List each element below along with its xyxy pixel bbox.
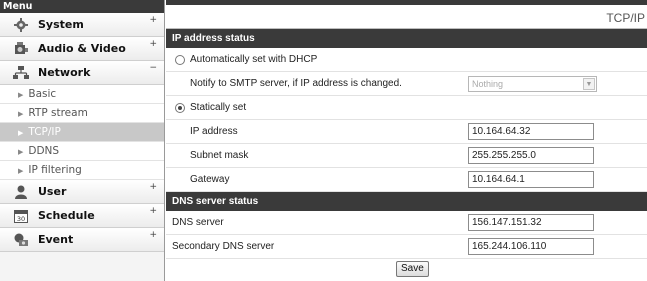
event-icon bbox=[11, 232, 31, 248]
section-header-dns: DNS server status bbox=[166, 192, 647, 211]
collapse-icon: − bbox=[149, 63, 157, 73]
dns-server-label: DNS server bbox=[172, 217, 224, 228]
ip-address-input[interactable]: 10.164.64.32 bbox=[468, 123, 594, 140]
smtp-notify-label: Notify to SMTP server, if IP address is … bbox=[190, 78, 402, 89]
dhcp-radio[interactable] bbox=[175, 54, 185, 65]
calendar-icon: 30 bbox=[11, 208, 31, 224]
expand-icon: + bbox=[149, 206, 157, 216]
secondary-dns-input[interactable]: 165.244.106.110 bbox=[468, 238, 594, 255]
ip-address-row: IP address 10.164.64.32 bbox=[166, 120, 647, 144]
gateway-input[interactable]: 10.164.64.1 bbox=[468, 171, 594, 188]
sidebar-item-tcp-ip[interactable]: ▶ TCP/IP bbox=[0, 123, 164, 142]
camera-icon bbox=[11, 41, 31, 57]
sidebar-category-label: Event bbox=[38, 233, 74, 246]
sidebar-category-label: System bbox=[38, 18, 84, 31]
expand-icon: + bbox=[149, 15, 157, 25]
sidebar-item-basic[interactable]: ▶ Basic bbox=[0, 85, 164, 104]
smtp-notify-value: Nothing bbox=[472, 78, 504, 89]
sidebar-item-label: TCP/IP bbox=[28, 126, 61, 138]
gateway-label: Gateway bbox=[190, 174, 230, 185]
sidebar-category-user[interactable]: User + bbox=[0, 180, 164, 204]
dhcp-row: Automatically set with DHCP bbox=[166, 48, 647, 72]
dhcp-label: Automatically set with DHCP bbox=[190, 54, 318, 65]
sidebar-menu: Menu System + Audio & Video + Network − … bbox=[0, 0, 165, 281]
network-icon bbox=[11, 65, 31, 81]
sidebar-item-label: DDNS bbox=[28, 145, 60, 157]
arrow-right-icon: ▶ bbox=[18, 167, 24, 175]
sidebar-item-rtp-stream[interactable]: ▶ RTP stream bbox=[0, 104, 164, 123]
save-row: Save bbox=[166, 259, 647, 281]
expand-icon: + bbox=[149, 230, 157, 240]
dns-server-row: DNS server 156.147.151.32 bbox=[166, 211, 647, 235]
sidebar-item-label: RTP stream bbox=[28, 107, 88, 119]
sidebar-item-ddns[interactable]: ▶ DDNS bbox=[0, 142, 164, 161]
secondary-dns-row: Secondary DNS server 165.244.106.110 bbox=[166, 235, 647, 259]
static-label: Statically set bbox=[190, 102, 247, 113]
expand-icon: + bbox=[149, 39, 157, 49]
sidebar-category-label: Audio & Video bbox=[38, 42, 126, 55]
main-panel: TCP/IP IP address status Automatically s… bbox=[166, 0, 647, 281]
smtp-notify-row: Notify to SMTP server, if IP address is … bbox=[166, 72, 647, 96]
sidebar-category-system[interactable]: System + bbox=[0, 13, 164, 37]
ip-address-label: IP address bbox=[190, 126, 238, 137]
gateway-row: Gateway 10.164.64.1 bbox=[166, 168, 647, 192]
dns-server-input[interactable]: 156.147.151.32 bbox=[468, 214, 594, 231]
sidebar-category-event[interactable]: Event + bbox=[0, 228, 164, 252]
static-row: Statically set bbox=[166, 96, 647, 120]
expand-icon: + bbox=[149, 182, 157, 192]
user-icon bbox=[11, 184, 31, 200]
static-radio[interactable] bbox=[175, 102, 185, 113]
sidebar-item-label: Basic bbox=[28, 88, 57, 100]
arrow-right-icon: ▶ bbox=[18, 148, 24, 156]
sidebar-category-audio-video[interactable]: Audio & Video + bbox=[0, 37, 164, 61]
subnet-mask-label: Subnet mask bbox=[190, 150, 249, 161]
subnet-mask-input[interactable]: 255.255.255.0 bbox=[468, 147, 594, 164]
section-header-ip: IP address status bbox=[166, 29, 647, 48]
gear-icon bbox=[11, 17, 31, 33]
save-button[interactable]: Save bbox=[396, 261, 429, 277]
page-title: TCP/IP bbox=[166, 5, 647, 29]
sidebar-item-ip-filtering[interactable]: ▶ IP filtering bbox=[0, 161, 164, 180]
sidebar-item-label: IP filtering bbox=[28, 164, 82, 176]
subnet-mask-row: Subnet mask 255.255.255.0 bbox=[166, 144, 647, 168]
sidebar-category-label: User bbox=[38, 185, 67, 198]
sidebar-category-schedule[interactable]: 30 Schedule + bbox=[0, 204, 164, 228]
svg-text:30: 30 bbox=[17, 215, 25, 223]
sidebar-category-network[interactable]: Network − bbox=[0, 61, 164, 85]
sidebar-category-label: Schedule bbox=[38, 209, 95, 222]
menu-title: Menu bbox=[0, 0, 164, 13]
chevron-down-icon[interactable]: ▼ bbox=[583, 77, 595, 90]
secondary-dns-label: Secondary DNS server bbox=[172, 241, 275, 252]
sidebar-category-label: Network bbox=[38, 66, 91, 79]
arrow-right-icon: ▶ bbox=[18, 129, 24, 137]
arrow-right-icon: ▶ bbox=[18, 110, 24, 118]
smtp-notify-select[interactable]: Nothing ▼ bbox=[468, 75, 597, 92]
arrow-right-icon: ▶ bbox=[18, 91, 24, 99]
